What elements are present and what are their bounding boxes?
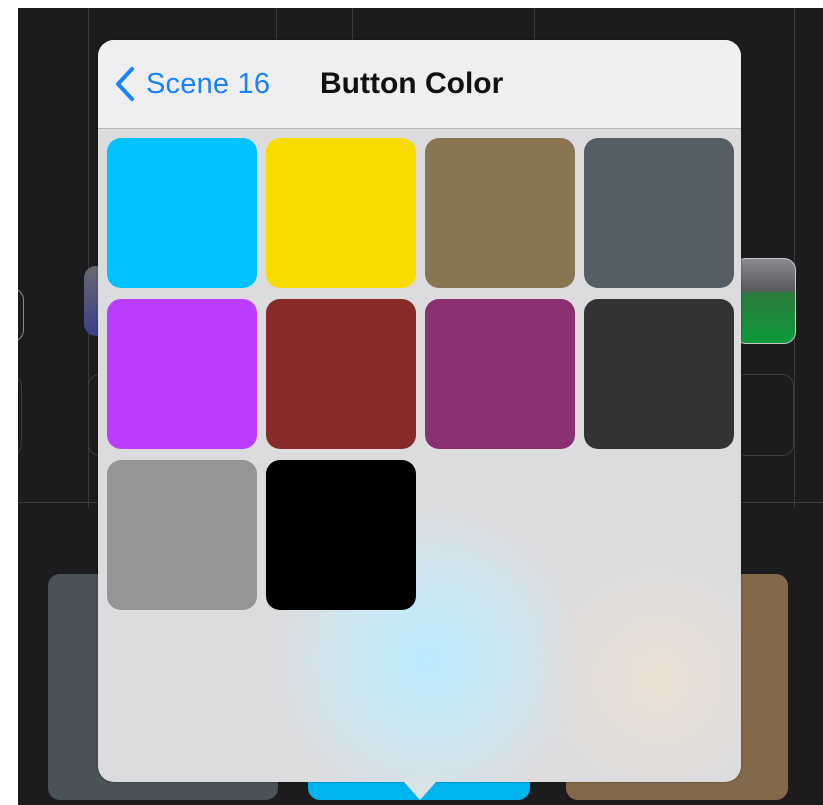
back-button[interactable]: Scene 16 [114,66,270,102]
swatch-black[interactable] [266,460,416,610]
button-color-popover: Scene 16 Button Color [98,40,741,782]
swatch-brown[interactable] [425,138,575,288]
screen: Scene 16 Button Color [0,0,823,805]
swatch-charcoal[interactable] [584,299,734,449]
scene-button-empty[interactable] [734,374,794,456]
chevron-left-icon [116,67,134,101]
swatch-cyan[interactable] [107,138,257,288]
grid-line [794,8,795,508]
popover-nav-bar: Scene 16 Button Color [98,40,741,129]
swatch-dark-red[interactable] [266,299,416,449]
swatch-plum[interactable] [425,299,575,449]
swatch-slate[interactable] [584,138,734,288]
scene-button-left[interactable] [18,288,24,342]
swatch-yellow[interactable] [266,138,416,288]
swatch-gray[interactable] [107,460,257,610]
scene-button-empty[interactable] [18,374,22,456]
popover-title: Button Color [320,67,504,100]
scene-button-green[interactable] [734,258,796,344]
popover-arrow [404,782,436,800]
back-button-label: Scene 16 [146,67,271,100]
swatch-violet[interactable] [107,299,257,449]
